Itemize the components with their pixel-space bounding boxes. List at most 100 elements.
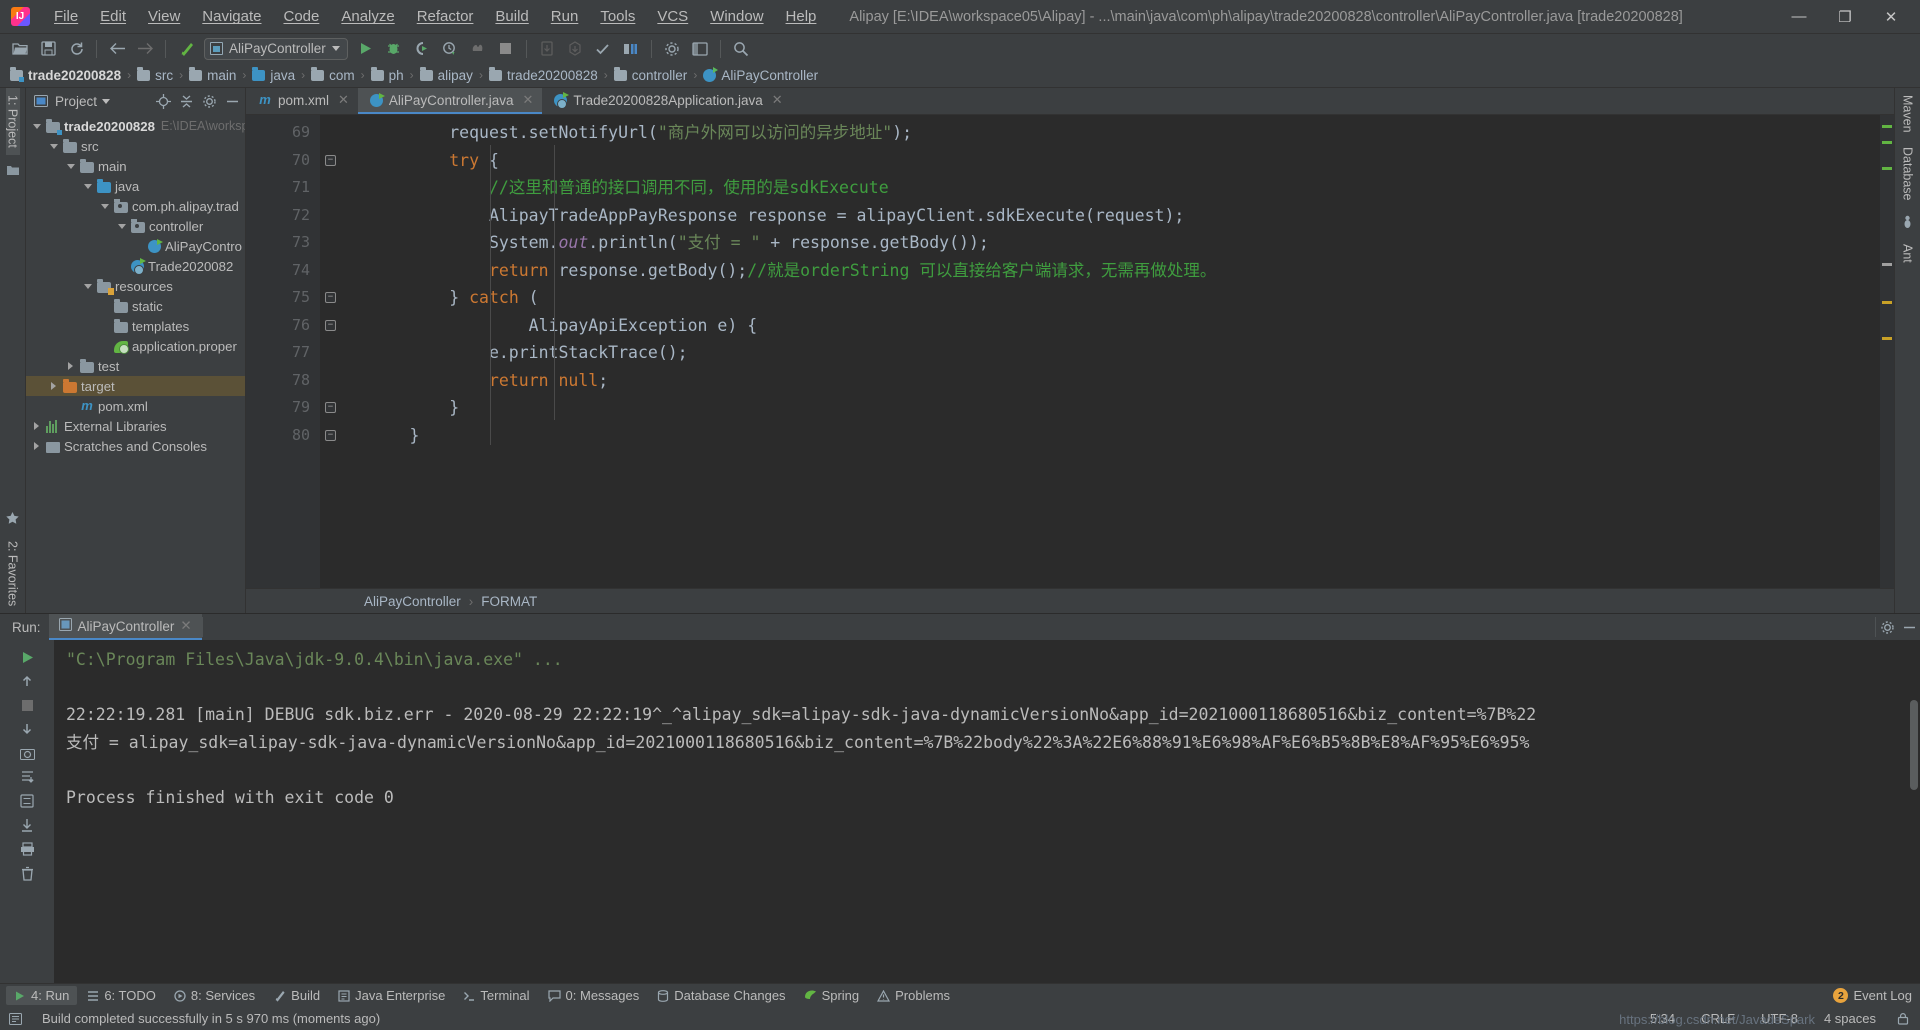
- tool-button-java-enterprise[interactable]: Java Enterprise: [330, 986, 453, 1005]
- tool-tab-maven[interactable]: Maven: [1901, 88, 1915, 140]
- close-button[interactable]: ✕: [1868, 2, 1914, 32]
- line-number[interactable]: 78: [246, 367, 320, 395]
- tree-item-trade2020082[interactable]: Trade2020082: [26, 256, 245, 276]
- commit-icon[interactable]: [591, 38, 615, 60]
- tool-button-build[interactable]: Build: [265, 986, 328, 1005]
- editor-tab-bar[interactable]: m pom.xml ✕ AliPayController.java ✕ Trade2020…: [246, 88, 1894, 115]
- close-icon[interactable]: ✕: [180, 618, 191, 634]
- code-line[interactable]: }: [320, 422, 1880, 450]
- tree-toggle[interactable]: [98, 320, 111, 333]
- tree-toggle-collapsed[interactable]: [64, 360, 77, 373]
- screenshot-icon[interactable]: [16, 742, 38, 764]
- line-separator[interactable]: CRLF: [1693, 1011, 1743, 1026]
- tree-item-static[interactable]: static: [26, 296, 245, 316]
- back-icon[interactable]: [105, 38, 129, 60]
- close-icon[interactable]: ✕: [772, 92, 783, 108]
- sync-icon[interactable]: [64, 38, 88, 60]
- maximize-button[interactable]: ❐: [1822, 2, 1868, 32]
- search-everywhere-icon[interactable]: [729, 38, 753, 60]
- menu-help[interactable]: Help: [775, 4, 828, 29]
- bottom-breadcrumb-method[interactable]: FORMAT: [481, 594, 537, 609]
- caret-position[interactable]: 5:34: [1642, 1011, 1683, 1026]
- tree-toggle-collapsed[interactable]: [30, 420, 43, 433]
- event-log-button[interactable]: 2 Event Log: [1825, 986, 1920, 1005]
- tree-toggle[interactable]: [64, 400, 77, 413]
- stop-icon[interactable]: [494, 38, 518, 60]
- tree-toggle[interactable]: [115, 260, 128, 273]
- line-number[interactable]: 70−: [246, 147, 336, 175]
- line-number[interactable]: 69: [246, 119, 320, 147]
- debug-icon[interactable]: [382, 38, 406, 60]
- locate-icon[interactable]: [154, 92, 172, 110]
- breadcrumb-item-trade[interactable]: trade20200828: [488, 66, 598, 83]
- editor-tab-alipaycontroller-java[interactable]: AliPayController.java ✕: [357, 88, 543, 114]
- tool-tab-project[interactable]: 1: Project: [5, 88, 20, 155]
- line-number[interactable]: 77: [246, 339, 320, 367]
- open-folder-icon[interactable]: [8, 38, 32, 60]
- gear-icon[interactable]: [200, 92, 218, 110]
- tool-tab-favorites[interactable]: 2: Favorites: [6, 534, 20, 613]
- breadcrumb-item-com[interactable]: com: [311, 66, 355, 83]
- line-number[interactable]: 72: [246, 202, 320, 230]
- menu-edit[interactable]: Edit: [89, 4, 137, 29]
- tree-toggle-collapsed[interactable]: [30, 440, 43, 453]
- menu-navigate[interactable]: Navigate: [191, 4, 272, 29]
- tree-item-external-libraries[interactable]: External Libraries: [26, 416, 245, 436]
- status-info-icon[interactable]: [6, 1010, 24, 1028]
- structure-folder-icon[interactable]: [3, 160, 23, 180]
- project-structure-icon[interactable]: [688, 38, 712, 60]
- line-number[interactable]: 74: [246, 257, 320, 285]
- minimize-button[interactable]: —: [1776, 2, 1822, 32]
- menu-window[interactable]: Window: [699, 4, 774, 29]
- tree-toggle-expanded[interactable]: [81, 180, 94, 193]
- tree-item-application-proper[interactable]: application.proper: [26, 336, 245, 356]
- tree-item-src[interactable]: src: [26, 136, 245, 156]
- line-number[interactable]: 73: [246, 229, 320, 257]
- menu-file[interactable]: File: [43, 4, 89, 29]
- stop-build-icon[interactable]: [466, 38, 490, 60]
- line-number[interactable]: 71: [246, 174, 320, 202]
- tree-item-test[interactable]: test: [26, 356, 245, 376]
- hide-icon[interactable]: [223, 92, 241, 110]
- tree-item-resources[interactable]: resources: [26, 276, 245, 296]
- tool-button-services[interactable]: 8: Services: [166, 986, 263, 1005]
- lock-icon[interactable]: [1894, 1010, 1912, 1028]
- update-project-icon[interactable]: [563, 38, 587, 60]
- tree-item-scratches-and-consoles[interactable]: Scratches and Consoles: [26, 436, 245, 456]
- breadcrumb-item-java[interactable]: java: [252, 66, 295, 83]
- tool-button-terminal[interactable]: Terminal: [455, 986, 537, 1005]
- editor-code[interactable]: request.setNotifyUrl("商户外网可以访问的异步地址"); t…: [320, 115, 1880, 588]
- settings-gear-icon[interactable]: [660, 38, 684, 60]
- tool-button-messages[interactable]: 0: Messages: [540, 986, 648, 1005]
- save-all-icon[interactable]: [36, 38, 60, 60]
- profile-icon[interactable]: [438, 38, 462, 60]
- favorites-star-icon[interactable]: [3, 509, 23, 529]
- tool-button-problems[interactable]: Problems: [869, 986, 958, 1005]
- tree-item-alipaycontro[interactable]: AliPayContro: [26, 236, 245, 256]
- run-tab-alipaycontroller[interactable]: AliPayController ✕: [48, 614, 202, 640]
- collapse-all-icon[interactable]: [177, 92, 195, 110]
- menu-tools[interactable]: Tools: [589, 4, 646, 29]
- breadcrumb-item-src[interactable]: src: [137, 66, 173, 83]
- tool-button-spring[interactable]: Spring: [796, 986, 868, 1005]
- up-stack-icon[interactable]: [16, 670, 38, 692]
- file-encoding[interactable]: UTF-8: [1753, 1011, 1806, 1026]
- breadcrumb-item-alipay[interactable]: alipay: [419, 66, 473, 83]
- indent-setting[interactable]: 4 spaces: [1816, 1011, 1884, 1026]
- console-scrollbar[interactable]: [1910, 700, 1918, 790]
- tree-toggle-collapsed[interactable]: [47, 380, 60, 393]
- close-icon[interactable]: ✕: [338, 92, 349, 108]
- chevron-down-icon[interactable]: [102, 98, 111, 104]
- tree-item-target[interactable]: target: [26, 376, 245, 396]
- down-stack-icon[interactable]: [16, 718, 38, 740]
- tool-tab-database[interactable]: Database: [1901, 140, 1915, 208]
- editor-bottom-breadcrumb[interactable]: AliPayController › FORMAT: [246, 588, 1894, 613]
- tree-toggle-expanded[interactable]: [98, 200, 111, 213]
- tree-toggle[interactable]: [98, 300, 111, 313]
- project-tree[interactable]: trade20200828 E:\IDEA\worksp src main java co…: [26, 114, 245, 613]
- line-number[interactable]: 76−: [246, 312, 336, 340]
- editor-area[interactable]: 69 70−71 72 73 74 75−76−77 78 79−80− request.se…: [246, 115, 1894, 588]
- attach-debugger-icon[interactable]: [535, 38, 559, 60]
- line-number[interactable]: 79−: [246, 394, 336, 422]
- tree-item-pom-xml[interactable]: m pom.xml: [26, 396, 245, 416]
